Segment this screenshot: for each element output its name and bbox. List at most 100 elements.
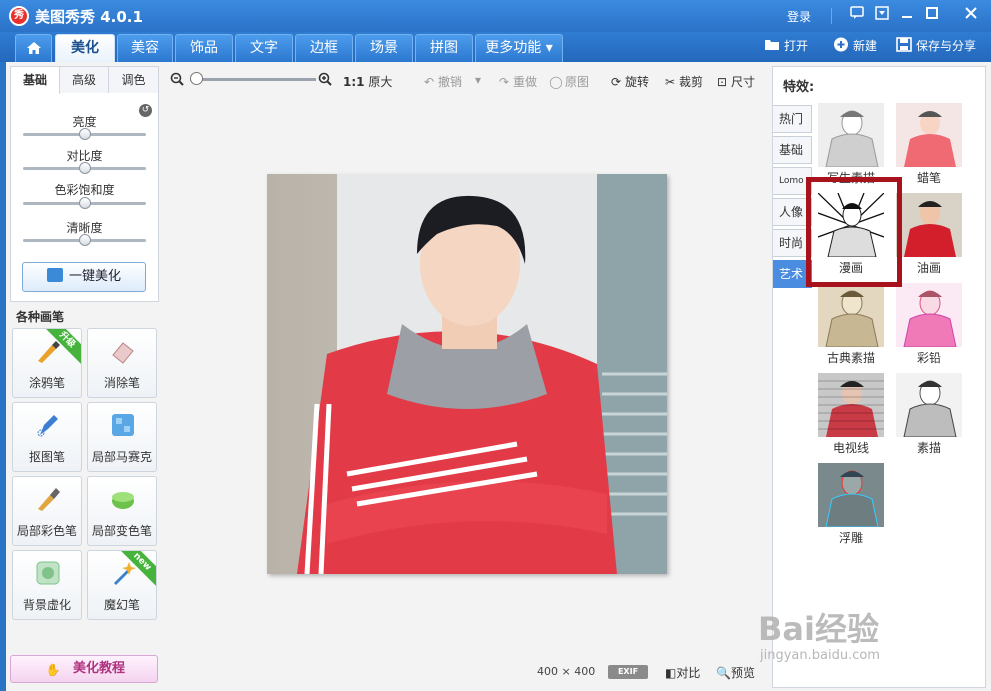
brush-mosaic[interactable]: 局部马赛克: [87, 402, 157, 472]
photo-canvas[interactable]: [267, 174, 667, 574]
undo-dropdown[interactable]: ▾: [475, 73, 481, 87]
effect-color-pencil[interactable]: 彩铅: [896, 283, 962, 366]
brush-label: 局部变色笔: [91, 524, 152, 538]
resize-icon: ⊡: [716, 75, 728, 89]
effect-label: 古典素描: [826, 351, 875, 365]
chat-icon[interactable]: [848, 6, 866, 24]
tab-beauty[interactable]: 美容: [117, 34, 173, 62]
portrait-photo: [267, 174, 667, 574]
undo-icon: ↶: [423, 75, 435, 89]
brush-local-color[interactable]: 局部彩色笔: [12, 476, 82, 546]
brush-background-blur[interactable]: 背景虚化: [12, 550, 82, 620]
size-button[interactable]: ⊡ 尺寸: [715, 73, 755, 90]
preview-label: 预览: [730, 666, 755, 680]
main-tab-bar: 美化 美容 饰品 文字 边框 场景 拼图 更多功能 ▾ 打开 新建 保存与分享: [0, 32, 991, 62]
tab-home[interactable]: [15, 34, 52, 62]
brush-local-recolor[interactable]: 局部变色笔: [87, 476, 157, 546]
preview-button[interactable]: 🔍预览: [716, 664, 755, 681]
effect-emboss[interactable]: 浮雕: [818, 463, 884, 546]
actual-size-button[interactable]: 1:1 原大: [343, 73, 392, 90]
effect-label: 蜡笔: [916, 171, 941, 185]
zoom-in-icon[interactable]: [318, 72, 332, 90]
compare-label: 对比: [676, 666, 701, 680]
sharpness-knob[interactable]: [78, 234, 91, 246]
effect-sketch-drawing[interactable]: 写生素描: [818, 103, 884, 186]
one-click-beautify-button[interactable]: 一键美化: [22, 262, 146, 292]
effect-oil-painting[interactable]: 油画: [896, 193, 962, 276]
tab-more-features[interactable]: 更多功能 ▾: [475, 34, 563, 62]
original-label: 原图: [565, 75, 590, 89]
original-icon: ◯: [549, 75, 563, 89]
exif-button[interactable]: EXIF: [608, 665, 648, 679]
effect-thumbnail: [818, 373, 884, 437]
contrast-knob[interactable]: [78, 162, 91, 174]
effect-classic-sketch[interactable]: 古典素描: [818, 283, 884, 366]
brushes-title: 各种画笔: [16, 310, 65, 324]
brush-cutout[interactable]: 抠图笔: [12, 402, 82, 472]
effect-thumbnail: [896, 283, 962, 347]
tab-basic[interactable]: 基础: [11, 67, 60, 94]
new-label: 新建: [853, 39, 878, 53]
undo-label: 撤销: [438, 75, 463, 89]
plus-icon: [834, 37, 848, 52]
brush-magic[interactable]: new 魔幻笔: [87, 550, 157, 620]
image-height: 400: [574, 665, 596, 678]
compare-button[interactable]: ◧对比: [665, 664, 700, 681]
rotate-icon: ⟳: [610, 75, 622, 89]
canvas-area: [158, 96, 768, 656]
save-share-button[interactable]: 保存与分享: [896, 37, 976, 55]
compare-icon: ◧: [665, 666, 677, 680]
preview-icon: 🔍: [716, 666, 731, 680]
brush-label: 抠图笔: [28, 450, 65, 464]
adjust-panel: 基础 高级 调色 ↺ 亮度 对比度 色彩饱和度 清晰度 一键美化: [10, 66, 159, 302]
menu-icon[interactable]: [873, 6, 891, 24]
maximize-icon[interactable]: [923, 6, 941, 24]
effect-thumbnail: [818, 463, 884, 527]
watermark-url: jingyan.baidu.com: [760, 648, 880, 663]
title-bar: 秀 美图秀秀 4.0.1 登录: [0, 0, 991, 32]
category-hot[interactable]: 热门: [773, 105, 812, 133]
saturation-knob[interactable]: [78, 197, 91, 209]
open-label: 打开: [784, 39, 809, 53]
brush-eraser[interactable]: 消除笔: [87, 328, 157, 398]
folder-icon: [765, 40, 779, 50]
new-button[interactable]: 新建: [833, 37, 877, 55]
tab-advanced[interactable]: 高级: [60, 67, 109, 93]
zoom-slider[interactable]: [190, 78, 316, 81]
effect-tv-lines[interactable]: 电视线: [818, 373, 884, 456]
brightness-knob[interactable]: [78, 128, 91, 140]
zoom-out-icon[interactable]: [170, 72, 184, 90]
brush-doodle[interactable]: 升级 涂鸦笔: [12, 328, 82, 398]
zoom-knob[interactable]: [190, 72, 203, 85]
open-button[interactable]: 打开: [764, 37, 808, 55]
minimize-icon[interactable]: [898, 6, 916, 24]
image-width: 400: [537, 665, 558, 678]
rotate-button[interactable]: ⟳ 旋转: [609, 73, 649, 90]
undo-button[interactable]: ↶ 撤销: [422, 73, 462, 90]
effect-label: 电视线: [832, 441, 869, 455]
tab-accessories[interactable]: 饰品: [175, 34, 233, 62]
login-link[interactable]: 登录: [787, 8, 811, 25]
tab-frame[interactable]: 边框: [295, 34, 353, 62]
effect-crayon[interactable]: 蜡笔: [896, 103, 962, 186]
brush-label: 涂鸦笔: [28, 376, 65, 390]
effect-sketch[interactable]: 素描: [896, 373, 962, 456]
redo-button[interactable]: ↷ 重做: [497, 73, 537, 90]
watermark-logo: Bai经验: [758, 610, 879, 648]
crop-button[interactable]: ✂ 裁剪: [663, 73, 703, 90]
selected-effect-highlight: [806, 177, 902, 287]
one-click-label: 一键美化: [68, 269, 121, 284]
ratio-label: 原大: [368, 75, 393, 89]
tab-beautify[interactable]: 美化: [55, 34, 115, 62]
category-basic[interactable]: 基础: [773, 136, 812, 164]
tab-color[interactable]: 调色: [109, 67, 158, 93]
image-dimensions: 400 × 400: [537, 665, 595, 678]
original-button[interactable]: ◯ 原图: [549, 73, 589, 90]
tab-collage[interactable]: 拼图: [415, 34, 473, 62]
effects-title: 特效:: [783, 80, 815, 95]
tab-scene[interactable]: 场景: [355, 34, 413, 62]
effect-thumbnail: [896, 373, 962, 437]
beautify-tutorial-button[interactable]: ✋ 美化教程: [10, 655, 158, 683]
close-icon[interactable]: [962, 6, 980, 24]
tab-text[interactable]: 文字: [235, 34, 293, 62]
